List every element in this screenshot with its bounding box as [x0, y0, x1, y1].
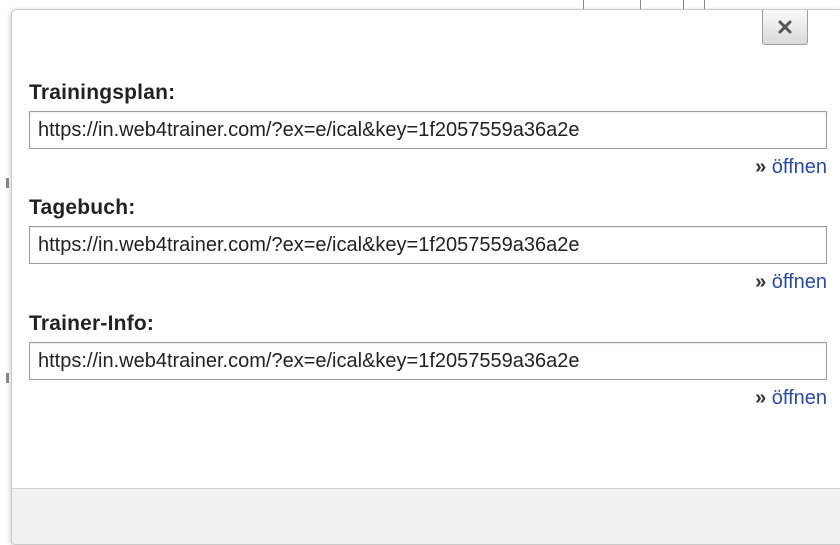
section-trainingsplan: Trainingsplan: » öffnen: [29, 81, 840, 178]
open-link-row: » öffnen: [29, 387, 827, 409]
section-label: Tagebuch:: [29, 196, 136, 219]
trainer-info-open-link[interactable]: öffnen: [772, 387, 827, 409]
section-label: Trainingsplan:: [29, 81, 176, 104]
link-prefix: »: [755, 156, 767, 178]
open-link-row: » öffnen: [29, 271, 827, 293]
ical-links-dialog: Trainingsplan: » öffnen Tagebuch: » öffn…: [11, 9, 840, 545]
trainer-info-url-field[interactable]: [29, 342, 827, 380]
close-icon: [777, 19, 793, 35]
section-tagebuch: Tagebuch: » öffnen: [29, 196, 840, 293]
trainingsplan-url-field[interactable]: [29, 111, 827, 149]
link-prefix: »: [755, 271, 767, 293]
section-trainer-info: Trainer-Info: » öffnen: [29, 312, 840, 409]
trainingsplan-open-link[interactable]: öffnen: [772, 156, 827, 178]
tagebuch-url-field[interactable]: [29, 226, 827, 264]
close-button[interactable]: [762, 10, 808, 45]
tagebuch-open-link[interactable]: öffnen: [772, 271, 827, 293]
dialog-footer: [12, 488, 840, 544]
link-prefix: »: [755, 387, 767, 409]
section-label: Trainer-Info:: [29, 312, 155, 335]
open-link-row: » öffnen: [29, 156, 827, 178]
